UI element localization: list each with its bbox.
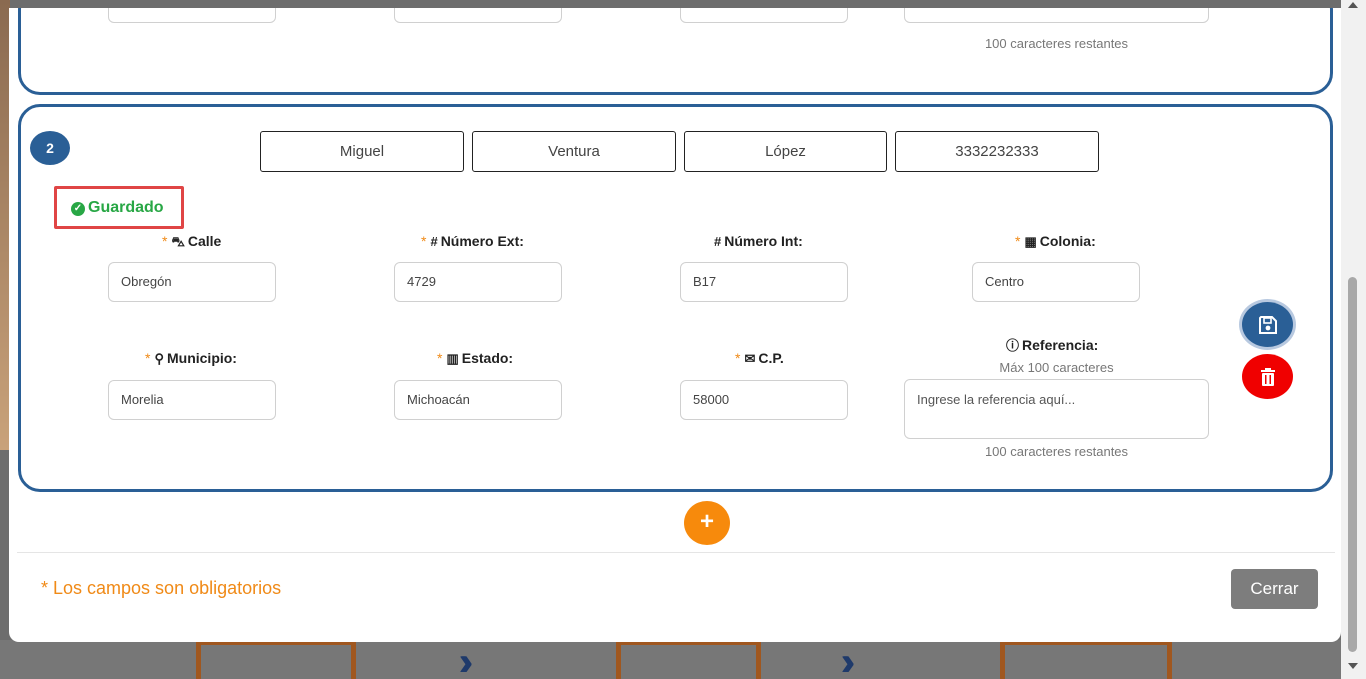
first-name-box: Miguel <box>260 131 464 172</box>
cp-input[interactable]: 58000 <box>680 380 848 420</box>
referencia-remaining: 100 caracteres restantes <box>984 444 1129 459</box>
address-card-1: 100 caracteres restantes <box>18 8 1333 95</box>
box-icon <box>196 640 356 679</box>
saved-status-badge: ✓ Guardado <box>54 186 184 229</box>
calle-input-1[interactable] <box>108 8 276 23</box>
hash-icon: # <box>430 234 438 249</box>
referencia-hint: Máx 100 caracteres <box>999 360 1114 375</box>
check-circle-icon: ✓ <box>71 202 85 216</box>
document-icon <box>1000 640 1172 679</box>
calle-input[interactable]: Obregón <box>108 262 276 302</box>
numero-int-input-1[interactable] <box>680 8 848 23</box>
referencia-label: ⓘ Referencia: <box>1006 337 1099 353</box>
plus-icon: + <box>699 508 714 535</box>
scroll-down-arrow-icon[interactable] <box>1348 663 1358 669</box>
estado-input[interactable]: Michoacán <box>394 380 562 420</box>
address-index-badge: 2 <box>30 131 70 165</box>
footer-divider <box>17 552 1335 553</box>
colonia-label: * ▦ Colonia: <box>1015 233 1096 249</box>
colonia-input[interactable]: Centro <box>972 262 1140 302</box>
envelope-icon: ✉ <box>744 351 756 366</box>
building-icon: ▦ <box>1024 234 1037 249</box>
address-modal: 100 caracteres restantes 2 Miguel Ventur… <box>9 8 1341 642</box>
estado-label: * ▥ Estado: <box>437 350 514 366</box>
map-pin-icon: ⚲ <box>154 351 164 366</box>
last-name-2-box: López <box>684 131 887 172</box>
scrollbar-thumb[interactable] <box>1348 277 1357 652</box>
close-button[interactable]: Cerrar <box>1231 569 1318 609</box>
required-fields-note: * Los campos son obligatorios <box>41 578 282 598</box>
referencia-textarea[interactable]: Ingrese la referencia aquí... <box>904 379 1209 439</box>
numero-ext-input[interactable]: 4729 <box>394 262 562 302</box>
hash-icon: # <box>714 234 722 249</box>
last-name-1-box: Ventura <box>472 131 676 172</box>
numero-int-label: # Número Int: <box>714 233 803 249</box>
address-card-2: 2 Miguel Ventura López 3332232333 ✓ Guard… <box>18 104 1333 492</box>
scroll-up-arrow-icon[interactable] <box>1348 2 1358 8</box>
calle-label: * ⛍ Calle <box>162 233 221 252</box>
add-address-button[interactable]: + <box>684 501 730 545</box>
trash-icon <box>1260 367 1275 386</box>
numero-int-input[interactable]: B17 <box>680 262 848 302</box>
referencia-remaining-1: 100 caracteres restantes <box>984 36 1129 51</box>
map-icon: ▥ <box>446 351 459 366</box>
delete-button[interactable] <box>1242 354 1293 399</box>
numero-ext-input-1[interactable] <box>394 8 562 23</box>
numero-ext-label: * # Número Ext: <box>421 233 524 249</box>
phone-box: 3332232333 <box>895 131 1099 172</box>
referencia-textarea-1[interactable] <box>904 8 1209 23</box>
municipio-label: * ⚲ Municipio: <box>145 350 237 366</box>
municipio-input[interactable]: Morelia <box>108 380 276 420</box>
info-circle-icon: ⓘ <box>1006 338 1020 353</box>
road-icon: ⛍ <box>171 234 185 249</box>
page-scrollbar[interactable] <box>1341 0 1366 679</box>
floppy-disk-icon <box>1258 315 1277 334</box>
cp-label: * ✉ C.P. <box>735 350 784 366</box>
saved-status-label: Guardado <box>88 199 164 216</box>
checklist-icon <box>616 640 761 679</box>
save-button[interactable] <box>1242 302 1293 347</box>
